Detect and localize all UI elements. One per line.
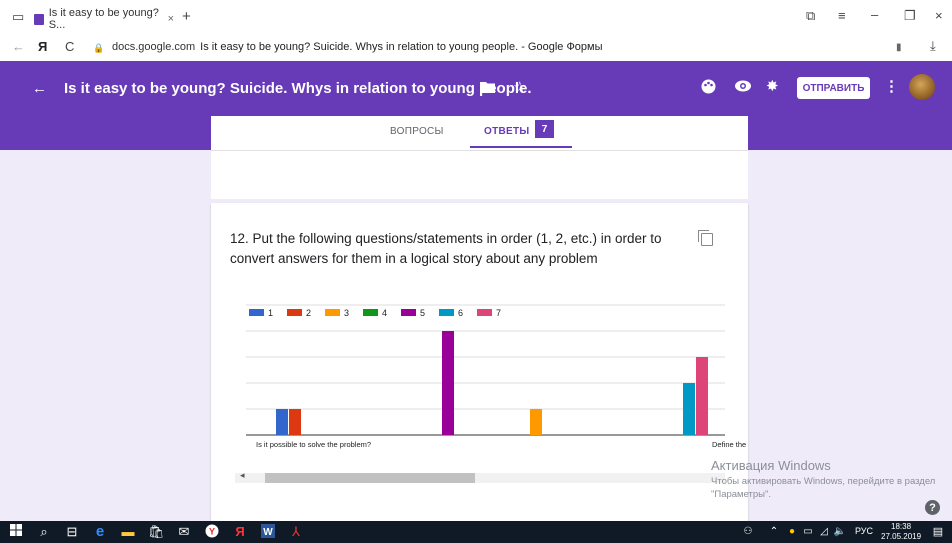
svg-text:Y: Y	[209, 527, 215, 537]
category-label: Is it possible to solve the problem?	[256, 440, 371, 449]
legend-label: 7	[496, 308, 501, 318]
close-icon[interactable]: ×	[935, 9, 943, 23]
legend-label: 5	[420, 308, 425, 318]
legend-swatch	[401, 309, 416, 316]
legend-swatch	[477, 309, 492, 316]
lock-icon: 🔒	[93, 43, 105, 53]
folder-icon[interactable]	[480, 81, 495, 97]
scroll-thumb[interactable]	[265, 473, 475, 483]
yandex-browser-icon[interactable]: Y	[204, 524, 220, 540]
avatar[interactable]	[909, 74, 935, 100]
chart-horizontal-scrollbar[interactable]: ◂	[235, 470, 725, 483]
mail-icon[interactable]: ✉	[176, 524, 192, 540]
language-indicator[interactable]: РУС	[855, 526, 873, 536]
bar	[442, 331, 454, 435]
windows-taskbar: ⌕ ⊟ e ▬ 🛍 ✉ Y Я W ⅄ ⚇ ⌃ ● ▭ ◿ 🔈 РУС 18:3…	[0, 521, 952, 543]
menu-icon[interactable]: ≡	[838, 9, 846, 23]
file-explorer-icon[interactable]: ▬	[120, 524, 136, 540]
svg-text:W: W	[263, 527, 273, 538]
active-tab-indicator	[470, 146, 572, 148]
edge-icon[interactable]: e	[92, 524, 108, 540]
browser-tab[interactable]: Is it easy to be young? S... ×	[34, 7, 174, 31]
tab-questions[interactable]: ВОПРОСЫ	[390, 126, 444, 137]
windows-start-icon[interactable]	[8, 524, 24, 540]
bar	[696, 357, 708, 435]
back-arrow-icon[interactable]: ←	[32, 81, 47, 97]
reload-icon[interactable]: C	[65, 40, 74, 54]
new-tab-icon[interactable]: +	[182, 9, 191, 24]
download-icon[interactable]: ⤓	[930, 39, 936, 53]
volume-icon[interactable]: 🔈	[832, 524, 848, 540]
url-domain: docs.google.com	[112, 41, 196, 53]
minimize-icon[interactable]: –	[871, 8, 878, 22]
url-field[interactable]: docs.google.com Is it easy to be young? …	[112, 38, 912, 56]
sidebar-icon[interactable]: ▭	[12, 10, 24, 24]
legend-label: 2	[306, 308, 311, 318]
restore-icon[interactable]: ❐	[904, 9, 916, 23]
bar	[530, 409, 542, 435]
preview-eye-icon[interactable]	[735, 79, 751, 97]
store-icon[interactable]: 🛍	[148, 524, 165, 540]
help-icon[interactable]: ?	[925, 500, 940, 515]
bar	[289, 409, 301, 435]
more-options-icon[interactable]: ⋮	[884, 79, 899, 95]
bar	[683, 383, 695, 435]
task-view-icon[interactable]: ⊟	[64, 524, 80, 540]
back-icon[interactable]: ←	[12, 40, 25, 54]
question-title: 12. Put the following questions/statemen…	[230, 231, 662, 266]
people-icon[interactable]: ⚇	[740, 524, 756, 540]
bookmark-icon[interactable]: ▮	[896, 41, 902, 55]
tray-app-icon[interactable]: ●	[784, 524, 800, 540]
form-title: Is it easy to be young? Suicide. Whys in…	[64, 80, 532, 97]
category-label: Define the problem in a few words	[712, 440, 748, 449]
yandex-logo-icon[interactable]: Я	[38, 40, 47, 54]
copy-icon[interactable]	[698, 230, 713, 246]
browser-tab-title: Is it easy to be young? S...	[48, 7, 159, 31]
notifications-icon[interactable]: ▤	[930, 524, 946, 540]
legend-label: 1	[268, 308, 273, 318]
legend-label: 4	[382, 308, 387, 318]
legend-label: 6	[458, 308, 463, 318]
clock[interactable]: 18:38 27.05.2019	[881, 522, 921, 542]
form-header: ← Is it easy to be young? Suicide. Whys …	[0, 61, 952, 116]
search-icon[interactable]: ⌕	[36, 524, 52, 540]
tabs-icon[interactable]: ⧉	[806, 9, 815, 23]
star-icon[interactable]: ☆	[513, 80, 526, 96]
legend-label: 3	[344, 308, 349, 318]
network-icon[interactable]: ◿	[816, 524, 832, 540]
palette-icon[interactable]	[701, 79, 716, 98]
legend-swatch	[249, 309, 264, 316]
legend-swatch	[325, 309, 340, 316]
clock-date: 27.05.2019	[881, 532, 922, 541]
question-summary-card: 12. Put the following questions/statemen…	[211, 203, 748, 523]
bar	[276, 409, 288, 435]
previous-question-card	[211, 150, 748, 199]
word-icon[interactable]: W	[260, 524, 276, 540]
pdf-reader-icon[interactable]: ⅄	[288, 524, 304, 540]
legend-swatch	[439, 309, 454, 316]
url-page-title: Is it easy to be young? Suicide. Whys in…	[200, 41, 603, 53]
answer-count-badge: 7	[535, 120, 554, 138]
legend-swatch	[363, 309, 378, 316]
windows-activation-title: Активация Windows	[711, 458, 831, 473]
battery-icon[interactable]: ▭	[800, 524, 816, 540]
tray-chevron-icon[interactable]: ⌃	[766, 524, 782, 540]
legend-swatch	[287, 309, 302, 316]
address-bar: ← Я C 🔒 docs.google.com Is it easy to be…	[0, 33, 952, 62]
close-tab-icon[interactable]: ×	[168, 13, 174, 25]
send-button[interactable]: ОТПРАВИТЬ	[797, 77, 870, 99]
yandex-app-icon[interactable]: Я	[232, 524, 248, 540]
browser-tab-bar: ▭ Is it easy to be young? S... × + ⧉ ≡ –…	[0, 0, 952, 33]
scroll-left-icon[interactable]: ◂	[240, 470, 245, 481]
tab-answers[interactable]: ОТВЕТЫ	[484, 126, 529, 137]
form-tabs: ВОПРОСЫ ОТВЕТЫ 7	[211, 116, 748, 150]
windows-activation-text: Чтобы активировать Windows, перейдите в …	[711, 476, 936, 500]
forms-favicon-icon	[34, 13, 44, 25]
clock-time: 18:38	[891, 522, 912, 531]
answers-bar-chart: 1 2 3 4 5 6 7 Is it possible to solve the probl…	[246, 304, 748, 449]
settings-gear-icon[interactable]: ✸	[766, 79, 779, 95]
